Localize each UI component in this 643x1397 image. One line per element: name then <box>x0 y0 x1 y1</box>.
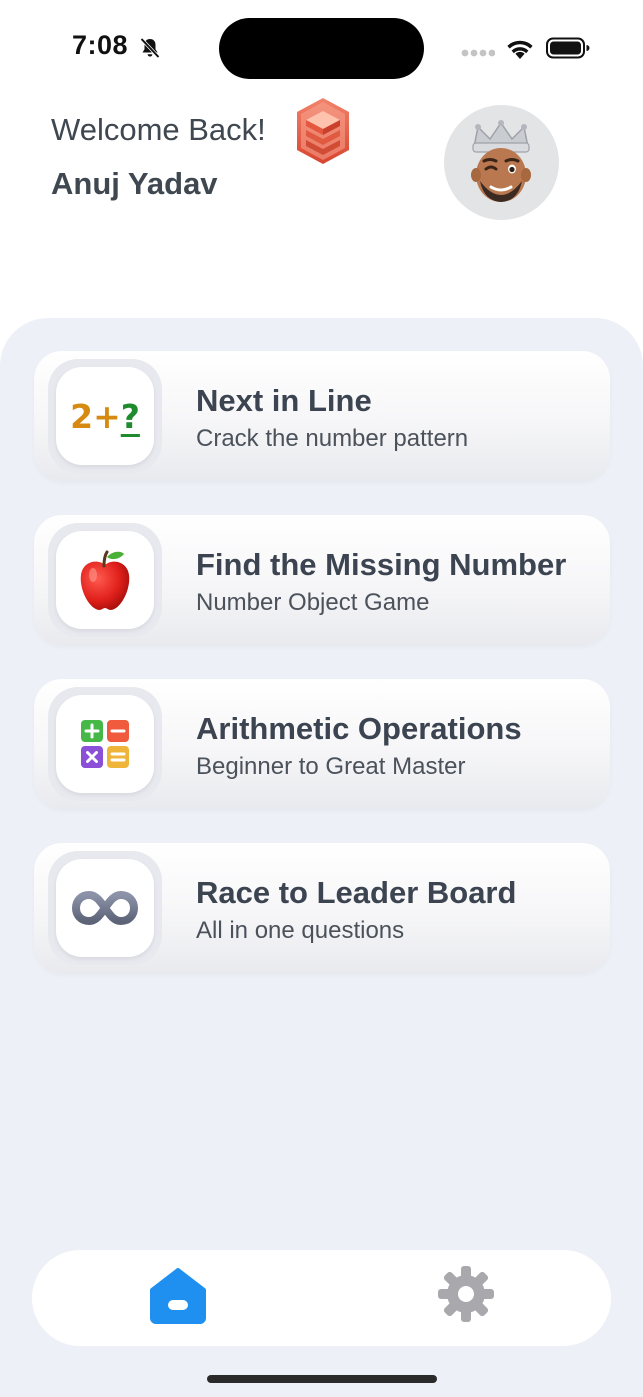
card-title: Arithmetic Operations <box>196 711 522 746</box>
home-indicator <box>207 1375 437 1383</box>
infinity-icon <box>56 859 154 957</box>
signal-icon <box>461 49 495 57</box>
number-pattern-digits: 2+ <box>70 396 121 436</box>
calculator-icon <box>56 695 154 793</box>
number-pattern-icon: 2+? <box>56 367 154 465</box>
memoji-avatar-icon <box>471 120 531 202</box>
card-title: Find the Missing Number <box>196 547 567 582</box>
game-card-leaderboard[interactable]: Race to Leader Board All in one question… <box>34 843 610 973</box>
dynamic-island <box>219 18 424 79</box>
bottom-nav <box>32 1250 611 1346</box>
user-name: Anuj Yadav <box>51 166 218 201</box>
card-subtitle: All in one questions <box>196 917 405 944</box>
avatar[interactable] <box>444 105 559 220</box>
card-title: Next in Line <box>196 383 372 418</box>
number-pattern-question: ? <box>120 396 140 436</box>
game-card-next-in-line[interactable]: 2+? Next in Line Crack the number patter… <box>34 351 610 481</box>
home-icon[interactable] <box>148 1266 208 1324</box>
game-card-arithmetic[interactable]: Arithmetic Operations Beginner to Great … <box>34 679 610 809</box>
battery-icon <box>546 37 590 59</box>
card-subtitle: Beginner to Great Master <box>196 753 466 780</box>
gear-icon[interactable] <box>436 1264 496 1324</box>
rank-badge-icon <box>297 98 349 164</box>
welcome-text: Welcome Back! <box>51 112 266 147</box>
bell-muted-icon <box>140 37 160 59</box>
card-title: Race to Leader Board <box>196 875 517 910</box>
wifi-icon <box>507 40 533 59</box>
app-screen: 7:08 Welcome Back! Anuj Yadav 2+? Next i… <box>0 0 643 1397</box>
card-subtitle: Crack the number pattern <box>196 425 469 452</box>
game-card-missing-number[interactable]: Find the Missing Number Number Object Ga… <box>34 515 610 645</box>
status-time: 7:08 <box>72 30 129 60</box>
card-subtitle: Number Object Game <box>196 589 430 616</box>
apple-icon <box>56 531 154 629</box>
